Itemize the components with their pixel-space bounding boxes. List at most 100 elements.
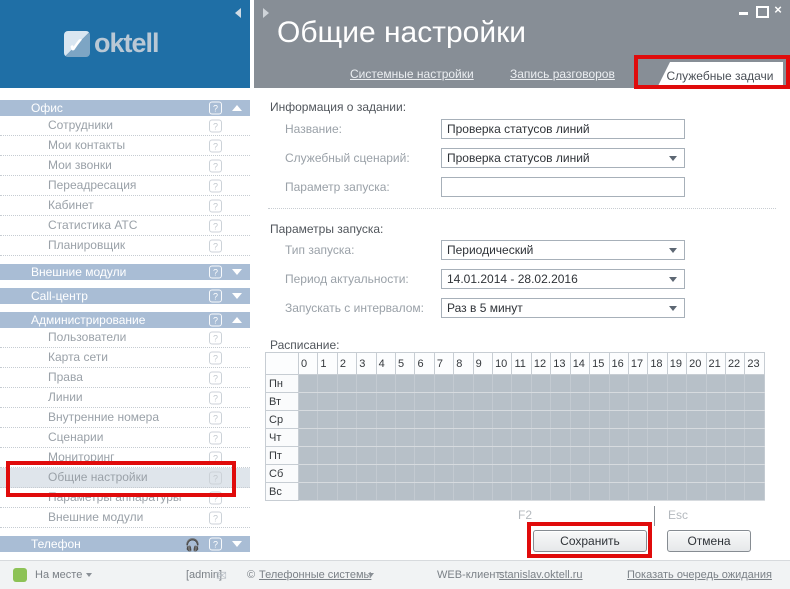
schedule-cell[interactable] bbox=[454, 465, 473, 483]
launch-type-select[interactable]: Периодический bbox=[441, 240, 685, 260]
schedule-cell[interactable] bbox=[570, 447, 589, 465]
sidebar-item[interactable]: Параметры аппаратуры? bbox=[0, 488, 250, 508]
schedule-cell[interactable] bbox=[318, 393, 337, 411]
schedule-cell[interactable] bbox=[648, 375, 667, 393]
schedule-cell[interactable] bbox=[667, 411, 686, 429]
schedule-cell[interactable] bbox=[590, 375, 609, 393]
company-link[interactable]: Телефонные системы bbox=[259, 569, 371, 581]
schedule-cell[interactable] bbox=[493, 429, 512, 447]
actual-period-select[interactable]: 14.01.2014 - 28.02.2016 bbox=[441, 269, 685, 289]
schedule-cell[interactable] bbox=[531, 411, 550, 429]
schedule-cell[interactable] bbox=[318, 465, 337, 483]
schedule-cell[interactable] bbox=[493, 465, 512, 483]
schedule-cell[interactable] bbox=[687, 375, 706, 393]
help-icon[interactable]: ? bbox=[209, 266, 222, 279]
schedule-cell[interactable] bbox=[299, 393, 318, 411]
schedule-cell[interactable] bbox=[531, 429, 550, 447]
schedule-cell[interactable] bbox=[434, 447, 453, 465]
schedule-cell[interactable] bbox=[590, 483, 609, 501]
schedule-cell[interactable] bbox=[376, 375, 395, 393]
sidebar-section-header[interactable]: Внешние модули? bbox=[0, 264, 250, 280]
sidebar-item[interactable]: Переадресация? bbox=[0, 176, 250, 196]
schedule-cell[interactable] bbox=[512, 483, 531, 501]
help-icon[interactable]: ? bbox=[209, 491, 222, 504]
schedule-cell[interactable] bbox=[609, 411, 628, 429]
schedule-cell[interactable] bbox=[667, 393, 686, 411]
schedule-cell[interactable] bbox=[454, 483, 473, 501]
schedule-cell[interactable] bbox=[415, 393, 434, 411]
schedule-cell[interactable] bbox=[628, 393, 647, 411]
sidebar-item[interactable]: Мои контакты? bbox=[0, 136, 250, 156]
schedule-cell[interactable] bbox=[570, 465, 589, 483]
schedule-cell[interactable] bbox=[337, 375, 356, 393]
schedule-cell[interactable] bbox=[687, 447, 706, 465]
chevron-down-icon[interactable] bbox=[232, 293, 242, 299]
sidebar-item[interactable]: Внешние модули? bbox=[0, 508, 250, 528]
sidebar-item[interactable]: Сотрудники? bbox=[0, 116, 250, 136]
schedule-cell[interactable] bbox=[454, 411, 473, 429]
schedule-cell[interactable] bbox=[396, 483, 415, 501]
schedule-cell[interactable] bbox=[745, 465, 765, 483]
schedule-cell[interactable] bbox=[512, 429, 531, 447]
schedule-cell[interactable] bbox=[687, 411, 706, 429]
save-button[interactable]: Сохранить bbox=[533, 530, 647, 552]
schedule-cell[interactable] bbox=[512, 447, 531, 465]
schedule-cell[interactable] bbox=[415, 447, 434, 465]
schedule-cell[interactable] bbox=[706, 447, 725, 465]
schedule-cell[interactable] bbox=[299, 465, 318, 483]
schedule-cell[interactable] bbox=[706, 465, 725, 483]
schedule-cell[interactable] bbox=[493, 375, 512, 393]
schedule-cell[interactable] bbox=[706, 483, 725, 501]
schedule-cell[interactable] bbox=[570, 429, 589, 447]
schedule-cell[interactable] bbox=[396, 393, 415, 411]
schedule-cell[interactable] bbox=[745, 483, 765, 501]
help-icon[interactable]: ? bbox=[209, 139, 222, 152]
schedule-cell[interactable] bbox=[493, 447, 512, 465]
schedule-cell[interactable] bbox=[376, 429, 395, 447]
help-icon[interactable]: ? bbox=[209, 219, 222, 232]
schedule-cell[interactable] bbox=[318, 411, 337, 429]
sidebar-item[interactable]: Карта сети? bbox=[0, 348, 250, 368]
tab-system-settings[interactable]: Системные настройки bbox=[350, 67, 474, 81]
help-icon[interactable]: ? bbox=[209, 411, 222, 424]
cancel-button[interactable]: Отмена bbox=[667, 530, 751, 552]
schedule-cell[interactable] bbox=[512, 465, 531, 483]
schedule-cell[interactable] bbox=[434, 411, 453, 429]
schedule-cell[interactable] bbox=[725, 447, 744, 465]
schedule-cell[interactable] bbox=[667, 483, 686, 501]
help-icon[interactable]: ? bbox=[209, 538, 222, 551]
help-icon[interactable]: ? bbox=[209, 159, 222, 172]
schedule-cell[interactable] bbox=[454, 375, 473, 393]
collapse-sidebar-icon[interactable] bbox=[235, 8, 241, 18]
schedule-cell[interactable] bbox=[687, 429, 706, 447]
schedule-cell[interactable] bbox=[512, 375, 531, 393]
sidebar-section-header[interactable]: Администрирование? bbox=[0, 312, 250, 328]
sidebar-item[interactable]: Кабинет? bbox=[0, 196, 250, 216]
schedule-cell[interactable] bbox=[551, 465, 570, 483]
help-icon[interactable]: ? bbox=[209, 290, 222, 303]
schedule-cell[interactable] bbox=[531, 465, 550, 483]
help-icon[interactable]: ? bbox=[209, 331, 222, 344]
help-icon[interactable]: ? bbox=[209, 199, 222, 212]
schedule-cell[interactable] bbox=[415, 429, 434, 447]
schedule-cell[interactable] bbox=[628, 447, 647, 465]
schedule-cell[interactable] bbox=[357, 411, 376, 429]
schedule-cell[interactable] bbox=[628, 483, 647, 501]
sidebar-section-header[interactable]: Офис? bbox=[0, 100, 250, 116]
schedule-cell[interactable] bbox=[725, 429, 744, 447]
schedule-cell[interactable] bbox=[609, 429, 628, 447]
schedule-cell[interactable] bbox=[473, 393, 492, 411]
schedule-cell[interactable] bbox=[667, 375, 686, 393]
schedule-cell[interactable] bbox=[376, 411, 395, 429]
schedule-cell[interactable] bbox=[396, 465, 415, 483]
schedule-cell[interactable] bbox=[745, 393, 765, 411]
sidebar-item[interactable]: Права? bbox=[0, 368, 250, 388]
schedule-cell[interactable] bbox=[648, 483, 667, 501]
expand-panel-icon[interactable] bbox=[263, 8, 269, 18]
schedule-cell[interactable] bbox=[628, 375, 647, 393]
schedule-cell[interactable] bbox=[434, 375, 453, 393]
schedule-cell[interactable] bbox=[531, 447, 550, 465]
schedule-cell[interactable] bbox=[454, 393, 473, 411]
tab-service-tasks[interactable]: Служебные задачи bbox=[657, 62, 783, 88]
schedule-cell[interactable] bbox=[531, 375, 550, 393]
